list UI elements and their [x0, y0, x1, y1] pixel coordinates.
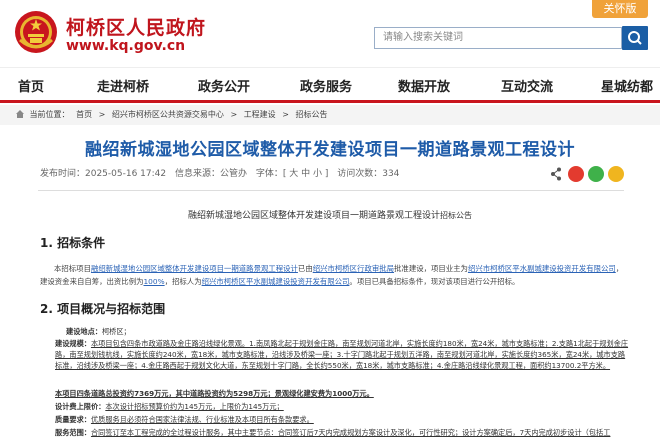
tenderer-link: 绍兴市柯桥区平水副城建设投资开发有限公司 [201, 277, 350, 286]
text: 。项目已具备招标条件，现对该项目进行公开招标。 [349, 277, 520, 286]
scale-paragraph: 建设规模：本项目包含四条市政道路及金庄路沿线绿化景观。1.南凤路北起于规划金庄路… [55, 338, 630, 371]
home-icon [16, 110, 24, 118]
nav-item-gov-open[interactable]: 政务公开 [198, 76, 250, 95]
breadcrumb-sep: > [282, 110, 289, 119]
nav-item-about[interactable]: 走进柯桥 [97, 76, 149, 95]
project-name-link: 融绍新城湿地公园区域整体开发建设项目一期道路景观工程设计 [90, 264, 298, 273]
text: 已由 [297, 264, 313, 273]
breadcrumb-engineering[interactable]: 工程建设 [244, 110, 276, 119]
budget-text: 本次设计招标预算价约为145万元，上限价为145万元； [105, 402, 284, 411]
favorite-icon[interactable] [608, 166, 624, 182]
location-line: 建设地点：柯桥区； [66, 326, 641, 337]
breadcrumb-home[interactable]: 首页 [76, 110, 92, 119]
funding-ratio: 100% [143, 277, 165, 286]
breadcrumb-center[interactable]: 绍兴市柯桥区公共资源交易中心 [112, 110, 224, 119]
breadcrumb-sep: > [230, 110, 238, 119]
service-text: 合同签订至本工程完成的全过程设计服务，其中主要节点：合同签订后7天内完成规划方案… [90, 428, 611, 437]
investment-text: 本项目四条道路总投资约7369万元，其中道路投资约为5298万元；景观绿化建安费… [55, 389, 374, 398]
font-size-control[interactable]: 字体：[ 大 中 小 ] [256, 169, 328, 179]
breadcrumb-sep: > [98, 110, 106, 119]
service-label: 服务范围： [55, 428, 91, 437]
weibo-icon[interactable] [568, 166, 584, 182]
info-source: 信息来源：公管办 [174, 169, 247, 179]
budget-label: 设计费上限价： [55, 402, 106, 411]
nav-item-data[interactable]: 数据开放 [398, 76, 450, 95]
approval-authority-link: 绍兴市柯桥区行政审批局 [312, 264, 395, 273]
main-nav: 首页 走进柯桥 政务公开 政务服务 数据开放 互动交流 星城纺都 [0, 67, 660, 103]
location-value: 柯桥区； [101, 327, 131, 336]
search-input[interactable]: 请输入搜索关键词 [374, 27, 622, 49]
nav-item-textile[interactable]: 星城纺都 [601, 76, 653, 95]
owner-link: 绍兴市柯桥区平水副城建设投资开发有限公司 [467, 264, 616, 273]
site-name[interactable]: 柯桥区人民政府 [66, 13, 206, 40]
nav-item-interaction[interactable]: 互动交流 [501, 76, 553, 95]
divider [38, 190, 624, 191]
quality-text: 优质服务且必须符合国家法律法规、行业标准及本项目所有条款要求。 [90, 415, 314, 424]
subtitle-suffix: 招标公告 [440, 211, 472, 220]
quality-label: 质量要求： [55, 415, 91, 424]
scale-text: 本项目包含四条市政道路及金庄路沿线绿化景观。1.南凤路北起于规划金庄路，南至规划… [55, 339, 629, 370]
service-line: 服务范围：合同签订至本工程完成的全过程设计服务，其中主要节点：合同签订后7天内完… [55, 427, 630, 442]
share-icon[interactable] [550, 167, 562, 181]
nav-item-services[interactable]: 政务服务 [300, 76, 352, 95]
subtitle-main: 融绍新城湿地公园区域整体开发建设项目一期道路景观工程设计 [187, 211, 440, 221]
wechat-icon[interactable] [588, 166, 604, 182]
article-meta: 发布时间：2025-05-16 17:42 信息来源：公管办 字体：[ 大 中 … [40, 166, 405, 179]
location-label: 建设地点： [66, 327, 102, 336]
search-icon [628, 31, 642, 45]
section-heading-overview: 2. 项目概况与招标范围 [40, 302, 166, 316]
nav-item-home[interactable]: 首页 [18, 76, 44, 95]
visit-count: 访问次数：334 [337, 169, 400, 179]
site-header: 柯桥区人民政府 www.kq.gov.cn 关怀版 请输入搜索关键词 [0, 0, 660, 67]
text: 批准建设，项目业主为 [394, 264, 468, 273]
publish-time: 发布时间：2025-05-16 17:42 [40, 169, 167, 179]
national-emblem-icon [15, 11, 57, 53]
article-title: 融绍新城湿地公园区域整体开发建设项目一期道路景观工程设计 [85, 140, 575, 160]
budget-line: 设计费上限价：本次设计招标预算价约为145万元，上限价为145万元； [55, 401, 630, 412]
investment-line: 本项目四条道路总投资约7369万元，其中道路投资约为5298万元；景观绿化建安费… [55, 388, 630, 399]
text: 本招标项目 [54, 264, 91, 273]
breadcrumb-bid-notice[interactable]: 招标公告 [295, 110, 327, 119]
care-mode-button[interactable]: 关怀版 [592, 0, 648, 18]
quality-line: 质量要求：优质服务且必须符合国家法律法规、行业标准及本项目所有条款要求。 [55, 414, 630, 425]
site-domain: www.kq.gov.cn [66, 38, 186, 54]
article-subtitle: 融绍新城湿地公园区域整体开发建设项目一期道路景观工程设计招标公告 [0, 208, 660, 221]
breadcrumb-prefix: 当前位置： [29, 110, 70, 119]
scale-label: 建设规模： [55, 339, 91, 348]
search-button[interactable] [622, 26, 648, 50]
text: ，招标人为 [164, 277, 202, 286]
section-conditions-text: 本招标项目融绍新城湿地公园区域整体开发建设项目一期道路景观工程设计已由绍兴市柯桥… [40, 262, 630, 288]
breadcrumb: 当前位置： 首页 > 绍兴市柯桥区公共资源交易中心 > 工程建设 > 招标公告 [0, 105, 660, 125]
section-heading-conditions: 1. 招标条件 [40, 236, 106, 250]
